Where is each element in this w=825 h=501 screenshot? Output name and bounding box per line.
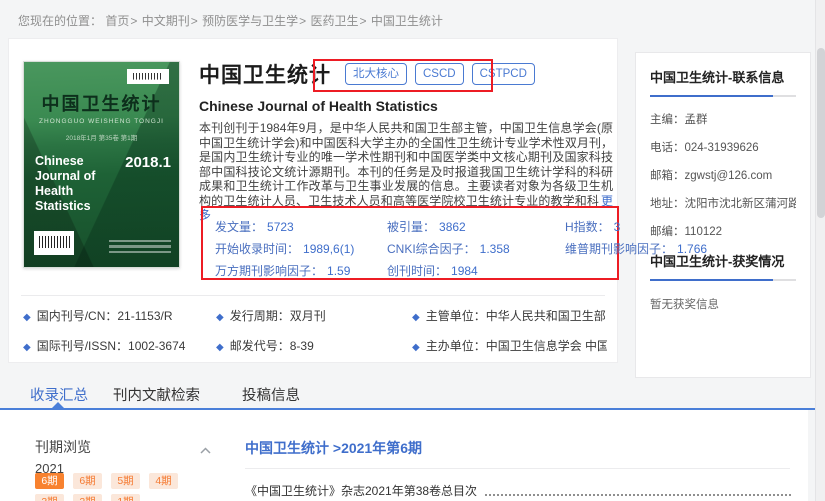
info-issn: ◆ 国际刊号/ISSN：1002-3674 [23, 339, 186, 353]
breadcrumb-link-category[interactable]: 预防医学与卫生学 [202, 14, 298, 28]
breadcrumb-prefix: 您现在的位置： [18, 14, 103, 28]
page: 您现在的位置： 首页> 中文期刊> 预防医学与卫生学> 医药卫生> 中国卫生统计… [0, 0, 825, 501]
scrollbar[interactable] [815, 0, 825, 501]
awards-section-title: 中国卫生统计-获奖情况 [650, 254, 785, 269]
metric-wanfang-factor: 万方期刊影响因子： 1.59 [215, 264, 351, 278]
cover-romanized-title: ZHONGGUO WEISHENG TONGJI [39, 118, 164, 125]
diamond-icon: ◆ [216, 312, 224, 323]
cover-title: 中国卫生统计 [41, 94, 162, 114]
journal-description-text: 本刊创刊于1984年9月，是中华人民共和国卫生部主管，中国卫生信息学会(原中国卫… [199, 121, 613, 208]
tab-submission-info[interactable]: 投稿信息 [242, 384, 300, 405]
sidebar: 中国卫生统计-联系信息 主编：孟群 电话：024-31939626 邮箱：zgw… [635, 52, 811, 378]
scrollbar-thumb[interactable] [817, 48, 825, 218]
article-list-item: 《中国卫生统计》杂志2021年第38卷总目次 [245, 482, 795, 499]
info-sponsor: ◆主办单位：中国卫生信息学会 中国医科大学 [412, 339, 607, 353]
awards-section: 中国卫生统计-获奖情况 暂无获奖信息 [650, 251, 796, 312]
journal-title: 中国卫生统计 [199, 64, 331, 87]
breadcrumb-separator: > [299, 14, 307, 28]
issue-chip[interactable]: 2期 [73, 494, 102, 501]
cover-issue-number: 2018.1 [125, 154, 171, 171]
journal-overview-card: 中国卫生统计 ZHONGGUO WEISHENG TONGJI 2018年1月 … [8, 38, 707, 363]
tab-bar: 收录汇总 刊内文献检索 投稿信息 [0, 384, 825, 410]
info-supervisor: ◆ 主管单位：中华人民共和国卫生部 [412, 309, 606, 323]
contact-address: 地址：沈阳市沈北新区蒲河路77号 [650, 198, 796, 210]
title-underline [650, 279, 796, 281]
journal-description: 本刊创刊于1984年9月，是中华人民共和国卫生部主管，中国卫生信息学会(原中国卫… [199, 121, 613, 223]
badge-pku-core: 北大核心 [345, 63, 407, 85]
journal-cover-image: 中国卫生统计 ZHONGGUO WEISHENG TONGJI 2018年1月 … [23, 61, 180, 268]
metric-founded-year: 创刊时间： 1984 [387, 264, 478, 278]
title-underline [650, 95, 796, 97]
index-badges: 北大核心 CSCD CSTPCD [345, 63, 543, 85]
metric-cnki-factor: CNKI综合因子： 1.358 [387, 242, 510, 256]
section-divider [21, 295, 605, 296]
contact-zipcode: 邮编：110122 [650, 226, 723, 238]
breadcrumb-link-journals[interactable]: 中文期刊 [142, 14, 190, 28]
issue-panel-divider [245, 468, 790, 469]
contact-phone: 电话：024-31939626 [650, 142, 759, 154]
cover-english-title: Chinese Journal of Health Statistics [35, 154, 96, 213]
diamond-icon: ◆ [216, 342, 224, 353]
journal-english-title: Chinese Journal of Health Statistics [199, 98, 438, 114]
metric-indexed-since: 开始收录时间： 1989,6(1) [215, 242, 355, 256]
breadcrumb-link-subcategory[interactable]: 医药卫生 [310, 14, 358, 28]
cover-barcode-top [127, 69, 169, 84]
cover-barcode-bottom [34, 231, 74, 255]
issue-chip[interactable]: 1期 [111, 494, 140, 501]
info-frequency: ◆ 发行周期：双月刊 [216, 309, 326, 323]
publication-info-grid: ◆ 国内刊号/CN：21-1153/R ◆ 发行周期：双月刊 ◆ 主管单位：中华人民共… [23, 302, 607, 362]
breadcrumb-link-current[interactable]: 中国卫生统计 [371, 14, 443, 28]
current-issue-heading: 中国卫生统计 >2021年第6期 [245, 440, 422, 456]
diamond-icon: ◆ [412, 342, 420, 353]
contact-email: 邮箱：zgwstj@126.com [650, 170, 773, 182]
breadcrumb: 您现在的位置： 首页> 中文期刊> 预防医学与卫生学> 医药卫生> 中国卫生统计 [18, 12, 443, 29]
issue-chip[interactable]: 5期 [111, 473, 140, 489]
chevron-up-icon[interactable] [200, 441, 211, 459]
issue-chip-list: 6期 6期 5期 4期 3期 2期 1期 [35, 473, 220, 501]
diamond-icon: ◆ [23, 342, 31, 353]
diamond-icon: ◆ [23, 312, 31, 323]
lower-section: 刊期浏览 2021 6期 6期 5期 4期 3期 2期 1期 中国卫生统计 >2… [0, 410, 808, 501]
diamond-icon: ◆ [412, 312, 420, 323]
issue-chip[interactable]: 6期 [35, 473, 64, 489]
contact-section-title: 中国卫生统计-联系信息 [650, 70, 785, 85]
contact-editor: 主编：孟群 [650, 114, 708, 126]
breadcrumb-link-home[interactable]: 首页 [105, 14, 129, 28]
article-title-link[interactable]: 《中国卫生统计》杂志2021年第38卷总目次 [245, 482, 477, 499]
issue-browse-title: 刊期浏览 [35, 439, 91, 455]
info-cn-number: ◆ 国内刊号/CN：21-1153/R [23, 309, 173, 323]
contact-section: 中国卫生统计-联系信息 主编：孟群 电话：024-31939626 邮箱：zgw… [650, 67, 796, 239]
issue-chip[interactable]: 3期 [35, 494, 64, 501]
breadcrumb-separator: > [190, 14, 198, 28]
badge-cscd: CSCD [415, 63, 464, 85]
badge-cstpcd: CSTPCD [471, 63, 535, 85]
breadcrumb-separator: > [359, 14, 367, 28]
awards-empty-text: 暂无获奖信息 [650, 299, 719, 311]
dotted-leader [485, 494, 791, 496]
info-postal-code: ◆ 邮发代号：8-39 [216, 339, 314, 353]
cover-date-line: 2018年1月 第35卷 第1期 [65, 135, 138, 142]
issue-chip[interactable]: 4期 [149, 473, 178, 489]
tab-article-search[interactable]: 刊内文献检索 [113, 384, 200, 405]
breadcrumb-separator: > [130, 14, 138, 28]
cover-imprint-lines [109, 237, 171, 253]
issue-chip[interactable]: 6期 [73, 473, 102, 489]
